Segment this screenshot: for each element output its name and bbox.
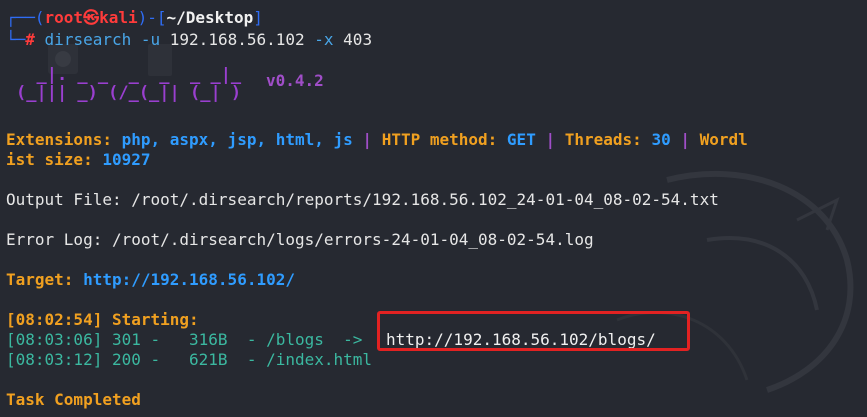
prompt-line: ┌──(root㉿kali)-[~/Desktop] xyxy=(6,8,263,28)
result-row: [08:03:12] 200 - 621B - /index.html xyxy=(6,350,373,369)
task-completed-line: Task Completed xyxy=(6,390,141,409)
threads-label: Threads: xyxy=(564,130,652,149)
command-arg-flag-x: -x xyxy=(304,30,344,49)
prompt-separator: )-[ xyxy=(137,8,167,27)
prompt-frame-bottom: └─ xyxy=(6,30,26,49)
config-line-wrap: ist size: 10927 xyxy=(6,150,151,170)
prompt-cwd: ~/Desktop xyxy=(166,8,254,27)
wordlist-label-part2: ist size: xyxy=(6,150,103,169)
wordlist-label-part1: Wordl xyxy=(699,130,748,149)
prompt-frame-top: ┌──( xyxy=(6,8,45,27)
pipe-separator: | xyxy=(535,130,565,149)
logo-line-1: _|. _ _ _ _ _ _|_ xyxy=(16,65,242,85)
pipe-separator: | xyxy=(352,130,382,149)
output-file-line: Output File: /root/.dirsearch/reports/19… xyxy=(6,190,719,209)
version-label: v0.4.2 xyxy=(266,71,324,90)
command-arg-code: 403 xyxy=(343,30,373,49)
extensions-value: php, aspx, jsp, html, js xyxy=(121,130,353,149)
starting-line: [08:02:54] Starting: xyxy=(6,310,199,330)
logo-line-2: (_||| _) (/_(_|| (_| ) xyxy=(16,83,242,103)
dirsearch-logo: _|. _ _ _ _ _ _|_ (_||| _) (/_(_|| (_| ) xyxy=(16,66,241,102)
prompt-host: kali xyxy=(99,8,138,27)
target-line: Target: http://192.168.56.102/ xyxy=(6,270,295,290)
threads-value: 30 xyxy=(651,130,671,149)
method-value: GET xyxy=(506,130,536,149)
method-label: HTTP method: xyxy=(381,130,507,149)
terminal-window[interactable]: ┌──(root㉿kali)-[~/Desktop] └─# dirsearch… xyxy=(0,0,867,417)
target-url: http://192.168.56.102/ xyxy=(83,270,295,289)
extensions-label: Extensions: xyxy=(6,130,122,149)
prompt-end: ] xyxy=(253,8,263,27)
command-arg-flag-u: -u xyxy=(131,30,170,49)
prompt-hash: # xyxy=(25,30,35,49)
pipe-separator: | xyxy=(670,130,700,149)
start-text: Starting: xyxy=(102,310,199,329)
start-time: [08:02:54] xyxy=(6,310,103,329)
redirect-url: http://192.168.56.102/blogs/ xyxy=(386,330,656,349)
error-log-line: Error Log: /root/.dirsearch/logs/errors-… xyxy=(6,230,594,249)
command-name: dirsearch xyxy=(44,30,132,49)
wordlist-value: 10927 xyxy=(102,150,151,169)
prompt-user: root xyxy=(44,8,84,27)
command-arg-host: 192.168.56.102 xyxy=(169,30,305,49)
command-line: └─# dirsearch -u 192.168.56.102 -x 403 xyxy=(6,30,372,50)
kali-at-icon: ㉿ xyxy=(83,8,100,27)
target-label: Target: xyxy=(6,270,84,289)
kali-dragon-watermark xyxy=(616,170,854,393)
config-line: Extensions: php, aspx, jsp, html, js | H… xyxy=(6,130,748,150)
result-row: [08:03:06] 301 - 316B - /blogs -> xyxy=(6,330,363,349)
